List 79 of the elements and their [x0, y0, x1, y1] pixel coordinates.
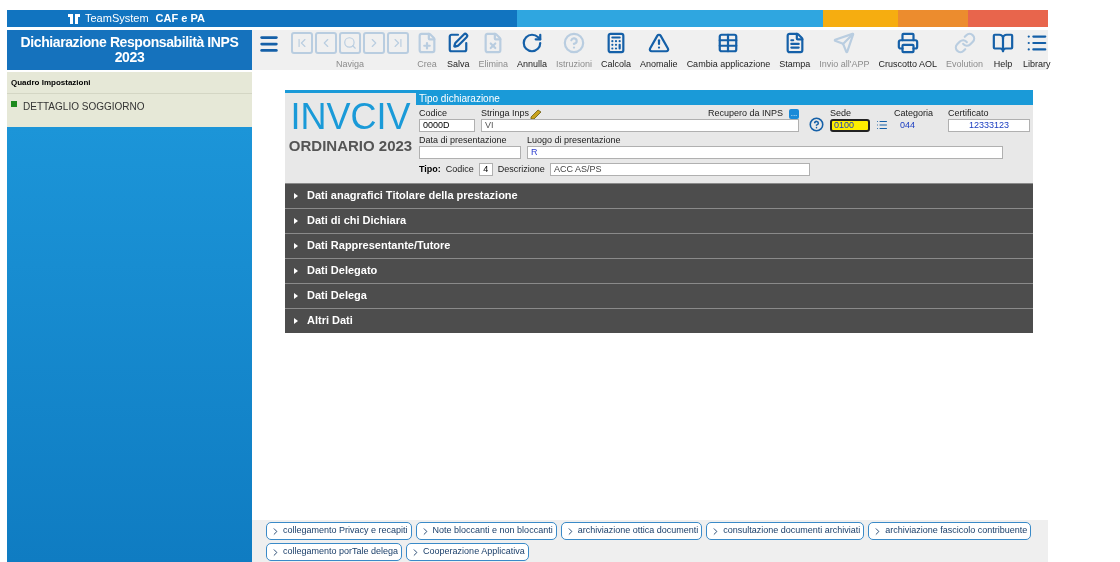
search-icon[interactable] — [339, 32, 361, 54]
app-title: Dichiarazione Responsabilità INPS 2023 — [7, 30, 252, 70]
menu-icon[interactable] — [258, 33, 280, 55]
field-label: Luogo di presentazione — [527, 135, 622, 146]
link-chip[interactable]: collegamento Privacy e recapiti — [266, 522, 412, 540]
link-chip[interactable]: Note bloccanti e non bloccanti — [415, 522, 557, 540]
table-icon — [717, 32, 740, 54]
product-name: CAF e PA — [155, 11, 205, 27]
brand-name: TeamSystem — [85, 11, 149, 27]
field-label: Codice — [445, 164, 474, 176]
field-label: Recupero da INPS — [707, 108, 783, 119]
form-logo: INVCIV — [290, 99, 411, 135]
book-icon — [992, 32, 1015, 54]
toolbar-button[interactable]: Salva — [445, 32, 472, 72]
section-header[interactable]: Dati di chi Dichiara — [285, 207, 1033, 233]
section-header[interactable]: Dati Rappresentante/Tutore — [285, 232, 1033, 258]
input-field[interactable]: 0000D — [419, 119, 475, 132]
link-chip[interactable]: archiviazione fascicolo contribuente — [868, 522, 1032, 540]
field-label: Descrizione — [497, 164, 545, 176]
first-icon[interactable] — [291, 32, 313, 54]
form-subtitle: ORDINARIO 2023 — [288, 136, 413, 156]
toolbar-button[interactable]: Help — [990, 32, 1017, 72]
next-icon[interactable] — [363, 32, 385, 54]
toolbar-button[interactable]: Anomalie — [638, 32, 680, 72]
logo-icon — [67, 12, 81, 25]
caret-icon — [293, 242, 299, 249]
lookup-button[interactable]: ... — [789, 108, 799, 119]
printer-icon — [896, 32, 919, 54]
accent-stripe — [898, 10, 968, 27]
input-field[interactable]: 0100 — [830, 119, 870, 132]
link-chip[interactable]: archiviazione ottica documenti — [560, 522, 703, 540]
edit-icon — [447, 32, 470, 54]
input-field[interactable]: 12333123 — [948, 119, 1030, 132]
toolbar-button[interactable]: Annulla — [515, 32, 550, 72]
help-circle-icon — [563, 32, 586, 54]
caret-icon — [293, 192, 299, 199]
section-header[interactable]: Dati Delega — [285, 282, 1033, 308]
input-field[interactable] — [419, 146, 521, 159]
sidebar-header: Quadro Impostazioni — [7, 72, 252, 94]
field-value: 044 — [899, 119, 917, 132]
input-field[interactable]: VI — [481, 119, 799, 132]
toolbar-button[interactable]: Library — [1021, 32, 1053, 72]
warning-icon — [647, 32, 670, 54]
toolbar-label: Naviga — [336, 58, 364, 71]
last-icon[interactable] — [387, 32, 409, 54]
refresh-icon — [521, 32, 544, 54]
caret-icon — [293, 217, 299, 224]
field-label: Codice — [419, 108, 448, 119]
field-label: Certificato — [948, 108, 990, 119]
send-icon — [833, 32, 856, 54]
file-plus-icon — [416, 32, 438, 54]
list-icon — [1025, 32, 1048, 54]
sidebar-item[interactable]: DETTAGLIO SOGGIORNO — [7, 94, 252, 127]
input-field[interactable]: R — [527, 146, 1003, 159]
field-label: Sede — [830, 108, 853, 119]
input-field[interactable]: ACC AS/PS — [549, 163, 810, 177]
previous-icon[interactable] — [315, 32, 337, 54]
field-label: Stringa Inps — [481, 108, 530, 119]
section-header[interactable]: Altri Dati — [285, 307, 1033, 333]
input-field[interactable]: 4 — [478, 163, 493, 177]
toolbar-button[interactable]: Cruscotto AOL — [876, 32, 939, 72]
link-chip[interactable]: Cooperazione Applicativa — [406, 543, 529, 561]
toolbar-button[interactable]: Stampa — [777, 32, 813, 72]
caret-icon — [293, 292, 299, 299]
section-title: Tipo dichiarazione — [416, 93, 1033, 105]
toolbar-button[interactable]: Cambia applicazione — [684, 32, 773, 72]
link-chip[interactable]: consultazione documenti archiviati — [706, 522, 865, 540]
section-header[interactable]: Dati anagrafici Titolare della prestazione — [285, 182, 1033, 208]
help-icon[interactable] — [809, 117, 824, 132]
field-label: Categoria — [894, 108, 935, 119]
section-header[interactable]: Dati Delegato — [285, 257, 1033, 283]
toolbar-button[interactable]: Calcola — [599, 32, 634, 72]
list-icon[interactable] — [876, 119, 888, 131]
link-chip[interactable]: collegamento porTale delega — [266, 543, 403, 561]
field-label: Data di presentazione — [419, 135, 508, 146]
caret-icon — [293, 267, 299, 274]
field-label: Tipo: — [419, 163, 441, 176]
caret-icon — [293, 317, 299, 324]
link-icon — [953, 32, 976, 54]
